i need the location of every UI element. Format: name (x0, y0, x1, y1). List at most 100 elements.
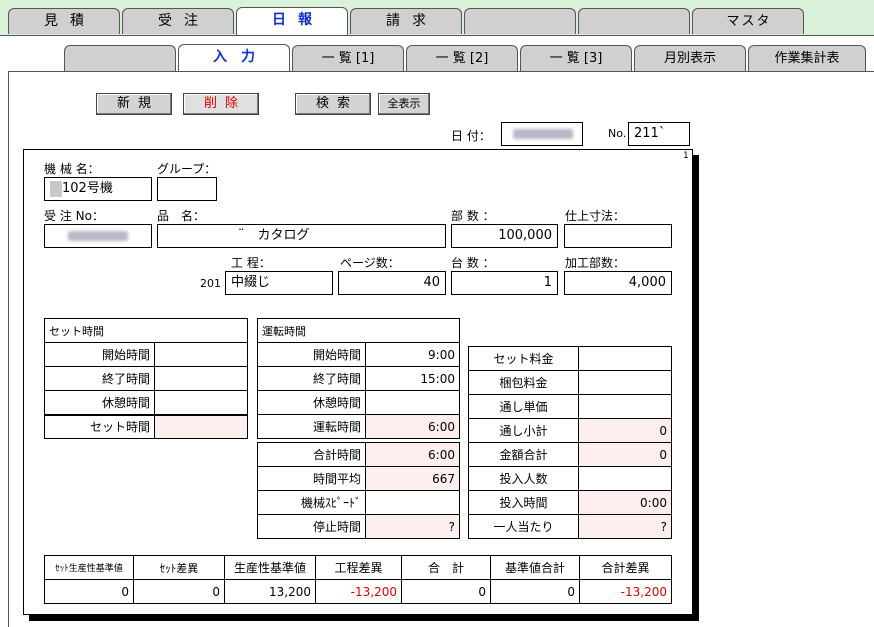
setup-fee-value[interactable] (578, 346, 672, 371)
order-no-field[interactable] (44, 224, 152, 248)
machine-speed-value[interactable] (365, 490, 460, 515)
summary-header-setup-std: ｾｯﾄ生産性基準値 (44, 555, 134, 580)
machine-value: 102号機 (62, 181, 113, 196)
show-all-button[interactable]: 全表示 (378, 93, 430, 115)
no-label: No. (608, 127, 627, 140)
summary-header-process-diff: 工程差異 (315, 555, 402, 580)
per-person-value: ? (578, 514, 672, 539)
tab-blank-1[interactable] (464, 8, 576, 34)
tab-daily-report[interactable]: 日報 (236, 7, 348, 36)
summary-std-total-value: 0 (490, 579, 580, 604)
process-code: 201 (200, 277, 221, 290)
tab-order[interactable]: 受注 (122, 8, 234, 34)
stop-time-label: 停止時間 (257, 514, 366, 539)
finish-size-label: 仕上寸法： (565, 209, 626, 223)
running-stats-table: 合計時間 6:00 時間平均 667 機械ｽﾋﾟｰﾄﾞ 停止時間? (257, 442, 460, 539)
summary-setup-diff-value: 0 (133, 579, 225, 604)
subtab-list-3[interactable]: 一 覧 [3] (520, 45, 632, 71)
total-time-label: 合計時間 (257, 442, 366, 467)
tab-blank-2[interactable] (578, 8, 690, 34)
processed-copies-field[interactable]: 4,000 (564, 271, 672, 295)
machine-field[interactable]: 102号機 (44, 177, 152, 201)
pages-label: ページ数： (340, 256, 400, 270)
process-field[interactable]: 中綴じ (225, 271, 333, 295)
new-button[interactable]: 新規 (96, 93, 172, 115)
total-time-value: 6:00 (365, 442, 460, 467)
running-start-label: 開始時間 (257, 342, 366, 367)
summary-process-diff-value: -13,200 (315, 579, 402, 604)
hourly-average-value: 667 (365, 466, 460, 491)
summary-header-std-total: 基準値合計 (490, 555, 580, 580)
setup-break-value[interactable] (154, 390, 248, 415)
delete-button[interactable]: 削除 (183, 93, 259, 115)
setup-start-value[interactable] (154, 342, 248, 367)
pricing-table: セット料金 梱包料金 通し単価 通し小計 0 金額合計 0 投入人数 投入時間 0:0… (468, 346, 672, 539)
unit-price-value[interactable] (578, 394, 672, 419)
subtab-input[interactable]: 入力 (178, 44, 290, 72)
setup-start-label: 開始時間 (44, 342, 155, 367)
copies-field[interactable]: 100,000 (451, 224, 558, 248)
staff-count-value[interactable] (578, 466, 672, 491)
units-label: 台 数 ： (451, 256, 495, 270)
pages-field[interactable]: 40 (338, 271, 446, 295)
running-title: 運転時間 (257, 318, 460, 343)
subtab-blank[interactable] (64, 45, 176, 71)
setup-total-label: セット時間 (44, 413, 155, 439)
machine-color-swatch (50, 180, 62, 197)
group-field[interactable] (157, 177, 217, 201)
group-label: グループ： (157, 162, 217, 176)
setup-total-value (154, 413, 248, 439)
summary-header-total-diff: 合計差異 (579, 555, 672, 580)
hourly-average-label: 時間平均 (257, 466, 366, 491)
search-button[interactable]: 検索 (295, 93, 371, 115)
running-break-label: 休憩時間 (257, 390, 366, 415)
date-label: 日 付： (451, 129, 491, 143)
finish-size-field[interactable] (564, 224, 672, 248)
date-field[interactable] (501, 122, 583, 146)
product-label: 品 名： (157, 209, 206, 223)
order-no-label: 受 注 No： (44, 209, 104, 223)
subtab-list-1[interactable]: 一 覧 [1] (292, 45, 404, 71)
setup-end-value[interactable] (154, 366, 248, 391)
running-start-value[interactable]: 9:00 (365, 342, 460, 367)
subtab-list-2[interactable]: 一 覧 [2] (406, 45, 518, 71)
summary-header-total: 合 計 (401, 555, 491, 580)
summary-total-diff-value: -13,200 (579, 579, 672, 604)
setup-time-table: セット時間 開始時間 終了時間 休憩時間 セット時間 (44, 318, 248, 439)
unit-price-label: 通し単価 (468, 394, 579, 419)
running-time-table: 運転時間 開始時間 9:00 終了時間 15:00 休憩時間 運転時間 6:00 (257, 318, 460, 439)
staff-time-value: 0:00 (578, 490, 672, 515)
summary-header-setup-diff: ｾｯﾄ差異 (133, 555, 225, 580)
units-field[interactable]: 1 (451, 271, 558, 295)
per-person-label: 一人当たり (468, 514, 579, 539)
summary-total-value: 0 (401, 579, 491, 604)
machine-label: 機 械 名： (44, 162, 100, 176)
tab-master[interactable]: マスタ (692, 8, 804, 34)
summary-std-value: 13,200 (224, 579, 316, 604)
summary-header-std: 生産性基準値 (224, 555, 316, 580)
subtab-monthly[interactable]: 月別表示 (634, 45, 746, 71)
process-label: 工 程： (231, 256, 271, 270)
machine-speed-label: 機械ｽﾋﾟｰﾄﾞ (257, 490, 366, 515)
running-total-label: 運転時間 (257, 414, 366, 439)
running-break-value[interactable] (365, 390, 460, 415)
subtotal-value: 0 (578, 418, 672, 443)
packing-fee-label: 梱包料金 (468, 370, 579, 395)
subtab-work-summary[interactable]: 作業集計表 (748, 45, 866, 71)
amount-total-value: 0 (578, 442, 672, 467)
record-no-field[interactable]: 211` (628, 122, 690, 146)
running-end-value[interactable]: 15:00 (365, 366, 460, 391)
setup-fee-label: セット料金 (468, 346, 579, 371)
subtotal-label: 通し小計 (468, 418, 579, 443)
tab-divider (0, 35, 874, 36)
summary-setup-std-value: 0 (44, 579, 134, 604)
tab-estimate[interactable]: 見積 (8, 8, 120, 34)
packing-fee-value[interactable] (578, 370, 672, 395)
amount-total-label: 金額合計 (468, 442, 579, 467)
running-end-label: 終了時間 (257, 366, 366, 391)
tab-billing[interactable]: 請求 (350, 8, 462, 34)
setup-title: セット時間 (44, 318, 248, 343)
redacted-order-no (68, 230, 128, 241)
product-field[interactable]: ¨ カタログ (157, 224, 446, 248)
running-total-value: 6:00 (365, 414, 460, 439)
